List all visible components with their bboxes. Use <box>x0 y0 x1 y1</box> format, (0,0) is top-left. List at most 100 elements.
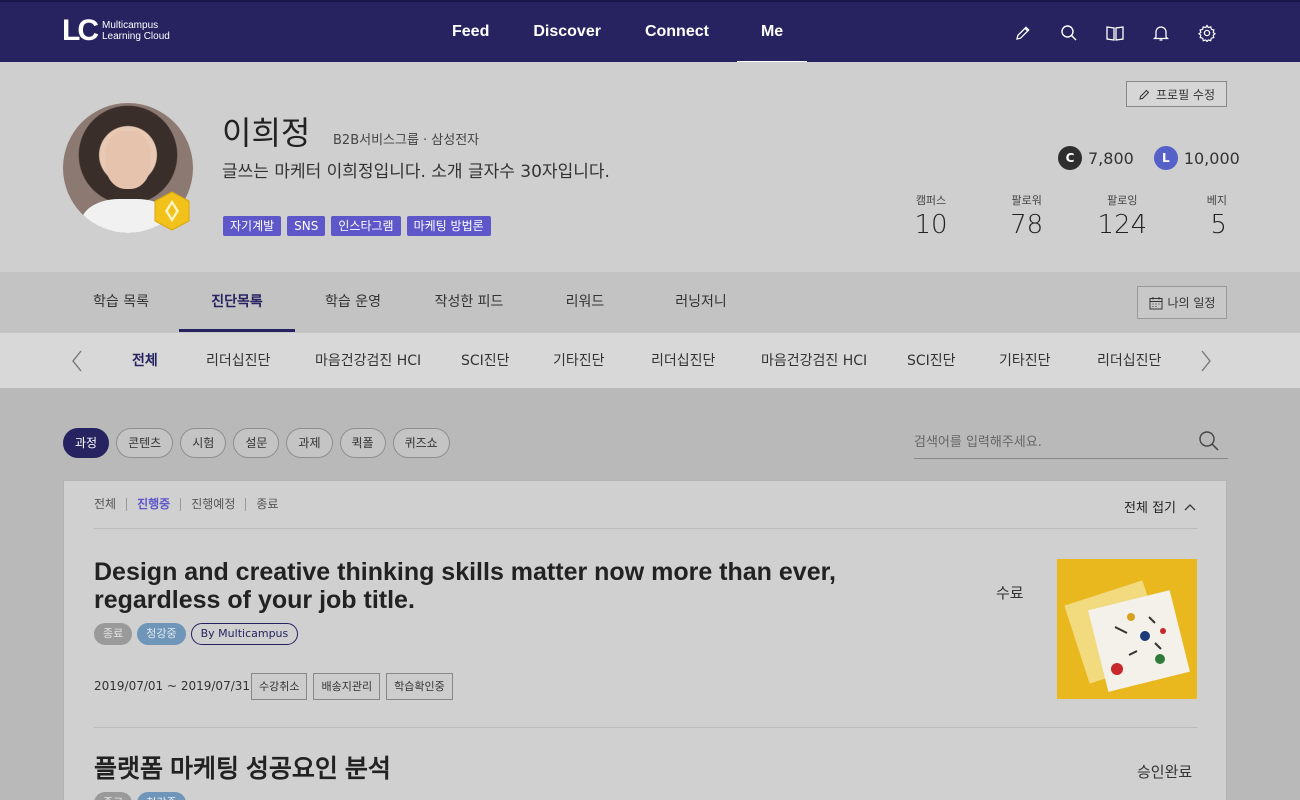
profile-intro: 글쓰는 마케터 이희정입니다. 소개 글자수 30자입니다. <box>222 162 610 182</box>
filter-chip[interactable]: 퀵폴 <box>339 428 386 458</box>
subtab-item[interactable]: 리더십진단 <box>651 333 715 389</box>
divider <box>94 727 1198 728</box>
subtab-item[interactable]: 리더십진단 <box>1097 333 1161 389</box>
course-list-panel: 전체 진행중 진행예정 종료 전체 접기 Design and creative… <box>63 480 1227 800</box>
course-badges: 종료 청강중 <box>94 792 186 800</box>
collapse-all-button[interactable]: 전체 접기 <box>1124 497 1196 516</box>
divider <box>94 528 1198 529</box>
course-date: 2019/07/01 ~ 2019/07/31 <box>94 679 251 693</box>
filter-chip[interactable]: 과정 <box>63 428 110 458</box>
medal-badge-icon <box>152 191 192 231</box>
stat-label: 캠퍼스 <box>915 194 947 207</box>
book-icon[interactable] <box>1102 20 1128 46</box>
subtab-item[interactable]: 마음건강검진 HCI <box>315 333 421 389</box>
main-tabs: 학습 목록 진단목록 학습 운영 작성한 피드 리워드 러닝저니 나의 일정 <box>0 272 1300 332</box>
nav-connect[interactable]: Connect <box>623 2 731 62</box>
logo-line-1: Multicampus <box>102 20 159 31</box>
learning-check-button[interactable]: 학습확인중 <box>386 673 453 700</box>
tab-learning-operation[interactable]: 학습 운영 <box>295 272 411 332</box>
status-filter-item[interactable]: 진행예정 <box>180 498 245 511</box>
filter-chip[interactable]: 시험 <box>180 428 227 458</box>
filter-chip[interactable]: 설문 <box>233 428 280 458</box>
subtab-all[interactable]: 전체 <box>132 333 158 389</box>
search-icon[interactable] <box>1196 428 1222 454</box>
my-schedule-button[interactable]: 나의 일정 <box>1137 286 1227 319</box>
tab-written-feed[interactable]: 작성한 피드 <box>411 272 527 332</box>
chevron-left-icon[interactable] <box>63 347 91 375</box>
gear-icon[interactable] <box>1194 20 1220 46</box>
search-input[interactable] <box>914 431 1184 453</box>
interest-tag[interactable]: 자기계발 <box>223 216 282 236</box>
c-points-value: 7,800 <box>1088 148 1134 168</box>
chevron-right-icon[interactable] <box>1192 347 1220 375</box>
course-status: 승인완료 <box>1137 763 1193 781</box>
cancel-enrollment-button[interactable]: 수강취소 <box>251 673 308 700</box>
subtab-item[interactable]: 마음건강검진 HCI <box>761 333 867 389</box>
profile-name: 이희정 <box>222 114 311 152</box>
course-badges: 종료 청강중 By Multicampus <box>94 623 299 645</box>
pencil-icon <box>1139 89 1150 100</box>
top-navbar: LC Multicampus Learning Cloud Feed Disco… <box>0 0 1300 64</box>
stat-label: 베지 <box>1206 194 1227 207</box>
stat-followers[interactable]: 팔로워 78 <box>996 192 1058 240</box>
bell-icon[interactable] <box>1148 20 1174 46</box>
filter-chip[interactable]: 퀴즈쇼 <box>392 428 450 458</box>
address-manage-button[interactable]: 배송지관리 <box>313 673 381 700</box>
tab-diagnosis-list[interactable]: 진단목록 <box>179 272 295 332</box>
tab-reward[interactable]: 리워드 <box>527 272 643 332</box>
stat-label: 팔로잉 <box>1107 194 1138 207</box>
tab-learning-journey[interactable]: 러닝저니 <box>643 272 759 332</box>
subtab-item[interactable]: 기타진단 <box>553 333 605 389</box>
nav-discover[interactable]: Discover <box>511 2 623 62</box>
chevron-up-icon <box>1184 503 1196 510</box>
pencil-icon[interactable] <box>1010 20 1036 46</box>
course-title[interactable]: Design and creative thinking skills matt… <box>94 558 954 614</box>
subtab-item[interactable]: 리더십진단 <box>206 333 270 389</box>
status-badge: 청강중 <box>137 623 186 645</box>
subtab-item[interactable]: SCI진단 <box>907 333 956 389</box>
search-icon[interactable] <box>1056 20 1082 46</box>
status-badge: 종료 <box>94 623 133 645</box>
nav-me[interactable]: Me <box>736 2 808 64</box>
my-schedule-label: 나의 일정 <box>1167 296 1216 310</box>
course-thumbnail[interactable] <box>1057 559 1197 699</box>
stat-badges[interactable]: 베지 5 <box>1187 192 1227 240</box>
avatar-face <box>105 131 151 189</box>
subtab-item[interactable]: 기타진단 <box>999 333 1051 389</box>
status-filter: 전체 진행중 진행예정 종료 <box>94 498 288 511</box>
tab-learning-list[interactable]: 학습 목록 <box>63 272 179 332</box>
stat-value: 5 <box>1210 210 1227 240</box>
logo[interactable]: LC Multicampus Learning Cloud <box>62 16 170 46</box>
subtab-item[interactable]: SCI진단 <box>461 333 510 389</box>
main-nav: Feed Discover Connect Me <box>430 2 808 64</box>
stat-value: 78 <box>1010 210 1044 240</box>
course-actions: 수강취소 배송지관리 학습확인중 <box>251 673 453 700</box>
profile-section: 이희정 B2B서비스그룹 · 삼성전자 글쓰는 마케터 이희정입니다. 소개 글… <box>0 62 1300 272</box>
status-filter-item[interactable]: 전체 <box>94 498 126 511</box>
l-points-value: 10,000 <box>1183 148 1240 168</box>
stat-value: 10 <box>914 210 948 240</box>
type-filters: 과정 콘텐츠 시험 설문 과제 퀵폴 퀴즈쇼 <box>63 428 450 458</box>
status-badge: 청강중 <box>137 792 186 800</box>
calendar-icon <box>1149 296 1162 309</box>
filter-chip[interactable]: 과제 <box>286 428 333 458</box>
interest-tags: 자기계발 SNS 인스타그램 마케팅 방법론 <box>223 216 491 236</box>
logo-line-2: Learning Cloud <box>102 31 170 42</box>
stat-following[interactable]: 팔로잉 124 <box>1091 192 1153 240</box>
interest-tag[interactable]: 마케팅 방법론 <box>406 216 491 236</box>
status-filter-item[interactable]: 진행중 <box>126 498 180 511</box>
interest-tag[interactable]: 인스타그램 <box>331 216 401 236</box>
stat-label: 팔로워 <box>1011 194 1042 207</box>
interest-tag[interactable]: SNS <box>287 216 326 236</box>
edit-profile-button[interactable]: 프로필 수정 <box>1126 81 1227 107</box>
filter-chip[interactable]: 콘텐츠 <box>116 428 174 458</box>
c-coin-icon: C <box>1058 146 1082 170</box>
status-filter-item[interactable]: 종료 <box>245 498 288 511</box>
profile-stats: 캠퍼스 10 팔로워 78 팔로잉 124 베지 5 <box>900 192 1227 240</box>
stat-campus[interactable]: 캠퍼스 10 <box>900 192 962 240</box>
profile-org: B2B서비스그룹 · 삼성전자 <box>333 133 480 148</box>
course-title[interactable]: 플랫폼 마케팅 성공요인 분석 <box>94 755 954 783</box>
nav-feed[interactable]: Feed <box>430 2 511 62</box>
nav-icons <box>1010 20 1220 46</box>
edit-profile-label: 프로필 수정 <box>1155 87 1215 102</box>
